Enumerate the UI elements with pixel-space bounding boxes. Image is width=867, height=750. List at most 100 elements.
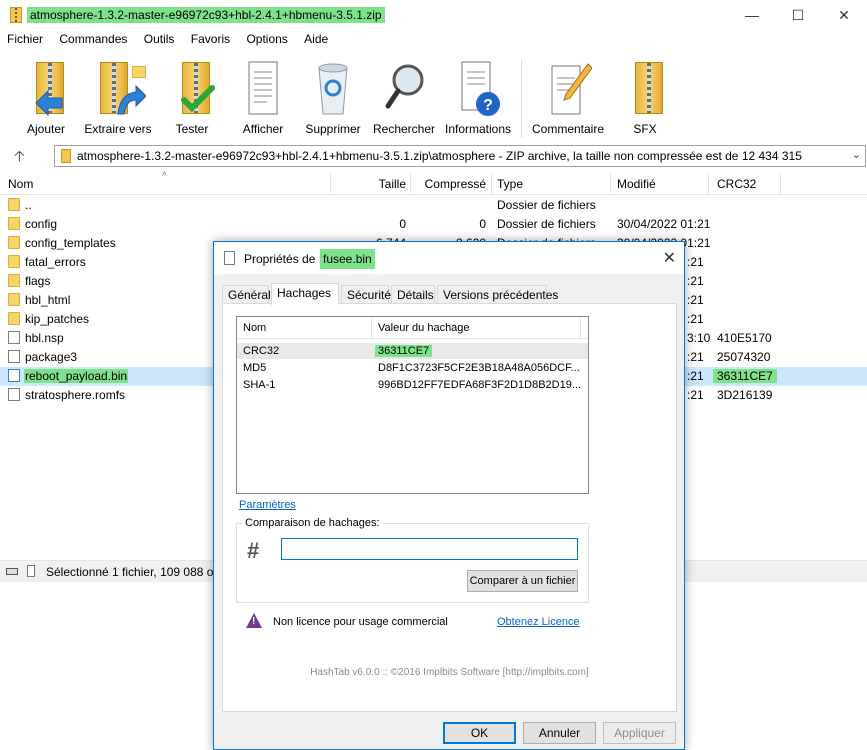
menu-favoris[interactable]: Favoris: [184, 30, 236, 46]
tab-versions[interactable]: Versions précédentes: [437, 285, 558, 304]
find-button[interactable]: Rechercher: [367, 56, 441, 140]
file-modified: :21: [687, 350, 704, 364]
column-packed[interactable]: Compressé: [410, 177, 486, 191]
hash-value: 996BD12FF7EDFA68F3F2D1D8B2D19...: [378, 379, 581, 391]
sfx-icon: [625, 58, 665, 118]
file-modified: :21: [687, 293, 704, 307]
folder-icon: [8, 217, 20, 230]
file-name: package3: [25, 350, 78, 364]
hash-list-header: Nom Valeur du hachage: [237, 317, 588, 339]
menu-bar: Fichier Commandes Outils Favoris Options…: [0, 30, 867, 50]
hash-row[interactable]: SHA-1 996BD12FF7EDFA68F3F2D1D8B2D19...: [237, 377, 588, 393]
hash-compare-input[interactable]: [281, 538, 578, 560]
hash-list[interactable]: Nom Valeur du hachage CRC32 36311CE7 MD5…: [236, 316, 589, 494]
folder-icon: [8, 293, 20, 306]
hash-column-value[interactable]: Valeur du hachage: [378, 322, 470, 334]
file-modified: 3:10: [687, 331, 711, 345]
file-icon: [8, 369, 20, 382]
address-field[interactable]: atmosphere-1.3.2-master-e96972c93+hbl-2.…: [54, 145, 866, 167]
file-modified: :21: [687, 312, 704, 326]
hash-value: D8F1C3723F5CF2E3B18A48A056DCF...: [378, 362, 580, 374]
menu-fichier[interactable]: Fichier: [0, 30, 49, 46]
folder-icon: [8, 312, 20, 325]
menu-options[interactable]: Options: [239, 30, 293, 46]
drive-icon: [6, 568, 18, 575]
hash-name: CRC32: [243, 345, 280, 357]
file-name: config_templates: [25, 236, 116, 250]
folder-icon: [8, 236, 20, 249]
column-name[interactable]: Nom: [8, 177, 33, 191]
hash-row[interactable]: CRC32 36311CE7: [237, 343, 588, 359]
list-item[interactable]: config 0 0 Dossier de fichiers 30/04/202…: [0, 215, 867, 234]
column-crc32[interactable]: CRC32: [717, 177, 756, 191]
get-license-link[interactable]: Obtenez Licence: [497, 616, 580, 628]
hash-row[interactable]: MD5 D8F1C3723F5CF2E3B18A48A056DCF...: [237, 360, 588, 376]
cancel-button[interactable]: Annuler: [523, 722, 596, 744]
license-notice: Non licence pour usage commercial: [273, 616, 448, 628]
properties-dialog: Propriétés de : fusee.bin ✕ Général Hach…: [213, 241, 685, 750]
dialog-titlebar: Propriétés de : fusee.bin ✕: [214, 242, 684, 274]
hash-name: SHA-1: [243, 379, 276, 391]
folder-icon: [8, 198, 20, 211]
window-title: atmosphere-1.3.2-master-e96972c93+hbl-2.…: [27, 7, 385, 23]
document-icon: [224, 251, 235, 265]
test-icon: [172, 58, 215, 118]
ok-button[interactable]: OK: [443, 722, 516, 744]
winrar-archive-icon: [10, 7, 22, 23]
file-type: Dossier de fichiers: [497, 198, 596, 212]
file-modified: :21: [687, 255, 704, 269]
file-name: flags: [25, 274, 51, 288]
window-titlebar: atmosphere-1.3.2-master-e96972c93+hbl-2.…: [0, 0, 867, 30]
comment-button[interactable]: Commentaire: [531, 56, 605, 140]
file-modified: 30/04/2022 01:21: [617, 217, 711, 231]
chevron-down-icon[interactable]: ⌄: [852, 148, 861, 161]
up-arrow-icon[interactable]: 🡡: [14, 146, 25, 171]
close-icon[interactable]: ✕: [821, 0, 867, 30]
file-modified: :21: [687, 369, 704, 383]
toolbar: Ajouter Extraire vers Tester Afficher Su…: [0, 52, 867, 142]
list-item[interactable]: .. Dossier de fichiers: [0, 196, 867, 215]
compare-file-button[interactable]: Comparer à un fichier: [467, 570, 578, 592]
tab-details[interactable]: Détails: [391, 285, 435, 304]
file-name: stratosphere.romfs: [25, 388, 126, 402]
extract-icon: [98, 58, 146, 118]
maximize-icon[interactable]: ☐: [775, 0, 821, 30]
hash-value: 36311CE7: [375, 345, 433, 357]
parametres-link[interactable]: Paramètres: [239, 499, 296, 511]
hash-column-name[interactable]: Nom: [243, 322, 266, 334]
file-name: ..: [25, 198, 32, 212]
file-list-header: ^ Nom Taille Compressé Type Modifié CRC3…: [0, 171, 867, 195]
menu-aide[interactable]: Aide: [297, 30, 334, 46]
dialog-title-filename: fusee.bin: [320, 249, 375, 269]
file-icon: [8, 350, 20, 363]
comment-icon: [548, 58, 593, 118]
sort-indicator-icon: ^: [162, 171, 167, 182]
hashtab-footer: HashTab v6.0.0 :: ©2016 Implbits Softwar…: [310, 667, 589, 678]
hash-comparison-label: Comparaison de hachages:: [243, 517, 382, 529]
hash-icon: #: [247, 538, 260, 563]
find-icon: [384, 58, 424, 118]
tab-hachages[interactable]: Hachages: [271, 283, 339, 305]
close-icon[interactable]: ✕: [663, 248, 676, 268]
file-crc: 25074320: [717, 350, 771, 364]
column-modified[interactable]: Modifié: [617, 177, 656, 191]
file-name: reboot_payload.bin: [24, 369, 129, 383]
tab-securite[interactable]: Sécurité: [341, 285, 391, 304]
minimize-icon[interactable]: —: [729, 0, 775, 30]
archive-icon: [61, 149, 71, 163]
sfx-button[interactable]: SFX: [608, 56, 682, 140]
file-icon: [8, 388, 20, 401]
menu-commandes[interactable]: Commandes: [52, 30, 133, 46]
view-icon: [243, 58, 283, 118]
extract-button[interactable]: Extraire vers: [81, 56, 155, 140]
file-modified: :21: [687, 388, 704, 402]
column-size[interactable]: Taille: [330, 177, 406, 191]
warning-icon: [246, 613, 262, 628]
tab-general[interactable]: Général: [222, 285, 271, 304]
column-type[interactable]: Type: [497, 177, 523, 191]
menu-outils[interactable]: Outils: [137, 30, 181, 46]
info-button[interactable]: ? Informations: [441, 56, 515, 140]
file-name: hbl.nsp: [25, 331, 64, 345]
apply-button[interactable]: Appliquer: [603, 722, 676, 744]
dialog-title-prefix: Propriétés de :: [244, 252, 323, 266]
